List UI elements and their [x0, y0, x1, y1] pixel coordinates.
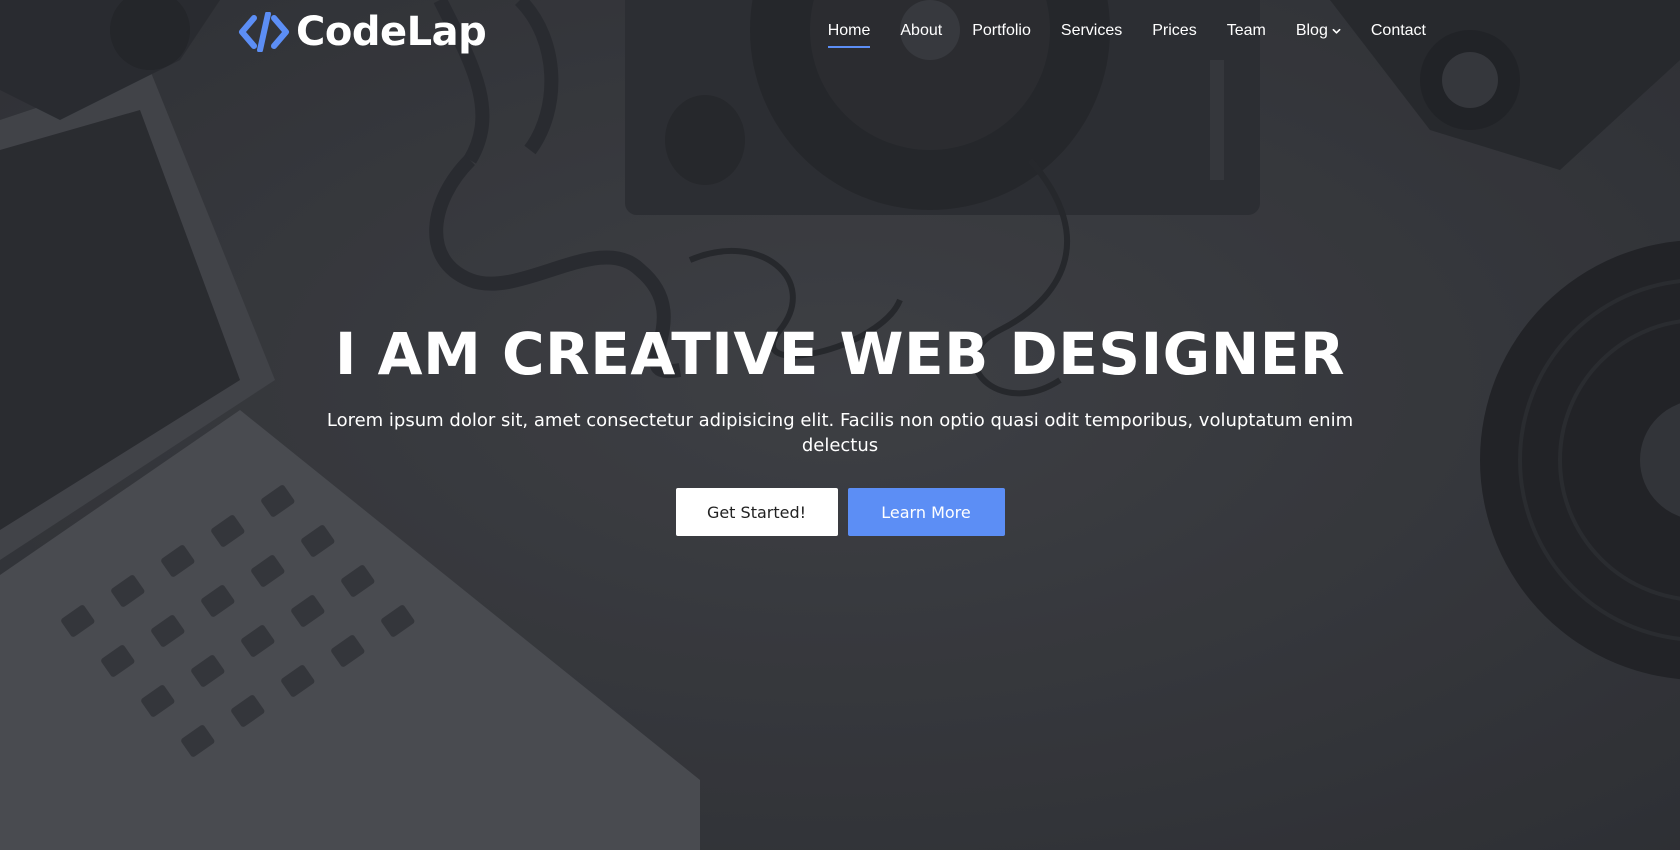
nav-item-portfolio[interactable]: Portfolio: [972, 22, 1031, 48]
brand-name: CodeLap: [296, 9, 487, 55]
top-navigation-bar: CodeLap Home About Portfolio Services Pr…: [0, 0, 1680, 72]
nav-item-services[interactable]: Services: [1061, 22, 1122, 48]
hero-section: CodeLap Home About Portfolio Services Pr…: [0, 0, 1680, 850]
nav-item-home[interactable]: Home: [827, 22, 870, 48]
learn-more-button[interactable]: Learn More: [847, 488, 1005, 536]
main-nav: Home About Portfolio Services Prices Tea…: [827, 22, 1426, 48]
brand-logo-link[interactable]: CodeLap: [238, 8, 487, 56]
hero-title: I AM CREATIVE WEB DESIGNER: [334, 320, 1346, 388]
nav-item-contact[interactable]: Contact: [1371, 22, 1426, 48]
hero-subtitle: Lorem ipsum dolor sit, amet consectetur …: [326, 410, 1354, 456]
nav-item-blog-label: Blog: [1295, 22, 1328, 39]
nav-item-prices[interactable]: Prices: [1152, 22, 1196, 48]
code-brackets-icon: [239, 12, 289, 52]
hero-actions: Get Started! Learn More: [0, 488, 1680, 536]
nav-item-team[interactable]: Team: [1227, 22, 1266, 48]
chevron-down-icon: [1332, 28, 1341, 34]
nav-item-about[interactable]: About: [900, 22, 942, 48]
get-started-button[interactable]: Get Started!: [675, 488, 838, 536]
hero-content: I AM CREATIVE WEB DESIGNER Lorem ipsum d…: [0, 318, 1680, 536]
nav-item-blog[interactable]: Blog: [1296, 22, 1341, 48]
